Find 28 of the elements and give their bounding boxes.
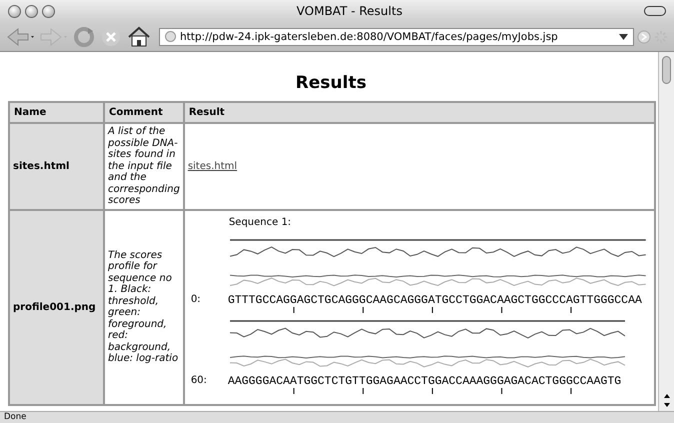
sequence-offset: 0: — [190, 294, 202, 304]
table-cell: A list of the possible DNA-sites found in the input file and the corresponding scores — [104, 123, 184, 210]
scrollbar[interactable] — [658, 52, 674, 411]
table-cell: The scores profile for sequence no 1. Black: threshold, green: foreground, red: background, blue: log-ratio — [104, 210, 184, 404]
table-cell: profile001.png — [9, 210, 104, 404]
window-title: VOMBAT - Results — [296, 4, 404, 18]
scroll-up-icon[interactable] — [662, 393, 670, 399]
globe-icon — [165, 31, 176, 42]
scroll-down-icon[interactable] — [662, 402, 670, 408]
toolbar-toggle-icon[interactable] — [644, 6, 666, 16]
scroll-thumb[interactable] — [662, 56, 671, 84]
column-header: Comment — [104, 102, 184, 123]
dropdown-caret-icon[interactable] — [619, 32, 628, 40]
column-header: Name — [9, 102, 104, 123]
sequence-offset: 60: — [190, 374, 208, 386]
close-icon[interactable] — [8, 4, 21, 18]
home-icon[interactable] — [126, 26, 152, 48]
zoom-icon[interactable] — [42, 4, 55, 18]
file-link[interactable]: sites.html — [188, 160, 238, 172]
sequence-title: Sequence 1: — [228, 216, 292, 228]
dna-sequence: AAGGGGACAATGGCTCTGTTGGAGAACCTGGACCAAAGGGAGACACTGGGCCAAGTG — [228, 374, 622, 388]
page-heading: Results — [294, 73, 368, 93]
dna-sequence: GTTTGCCAGGAGCTGCAGGGCAAGCAGGGATGCCTGGACAAGCTGGCCCAGTTGGGCCAA — [228, 294, 643, 306]
address-field[interactable]: http://pdw-24.ipk-gatersleben.de:8080/VOMBAT/faces/pages/myJobs.jsp — [159, 28, 634, 46]
minimize-icon[interactable] — [25, 4, 38, 18]
status-text: Done — [4, 412, 26, 422]
table-cell: sites.html — [9, 123, 104, 210]
column-header: Result — [184, 102, 655, 123]
